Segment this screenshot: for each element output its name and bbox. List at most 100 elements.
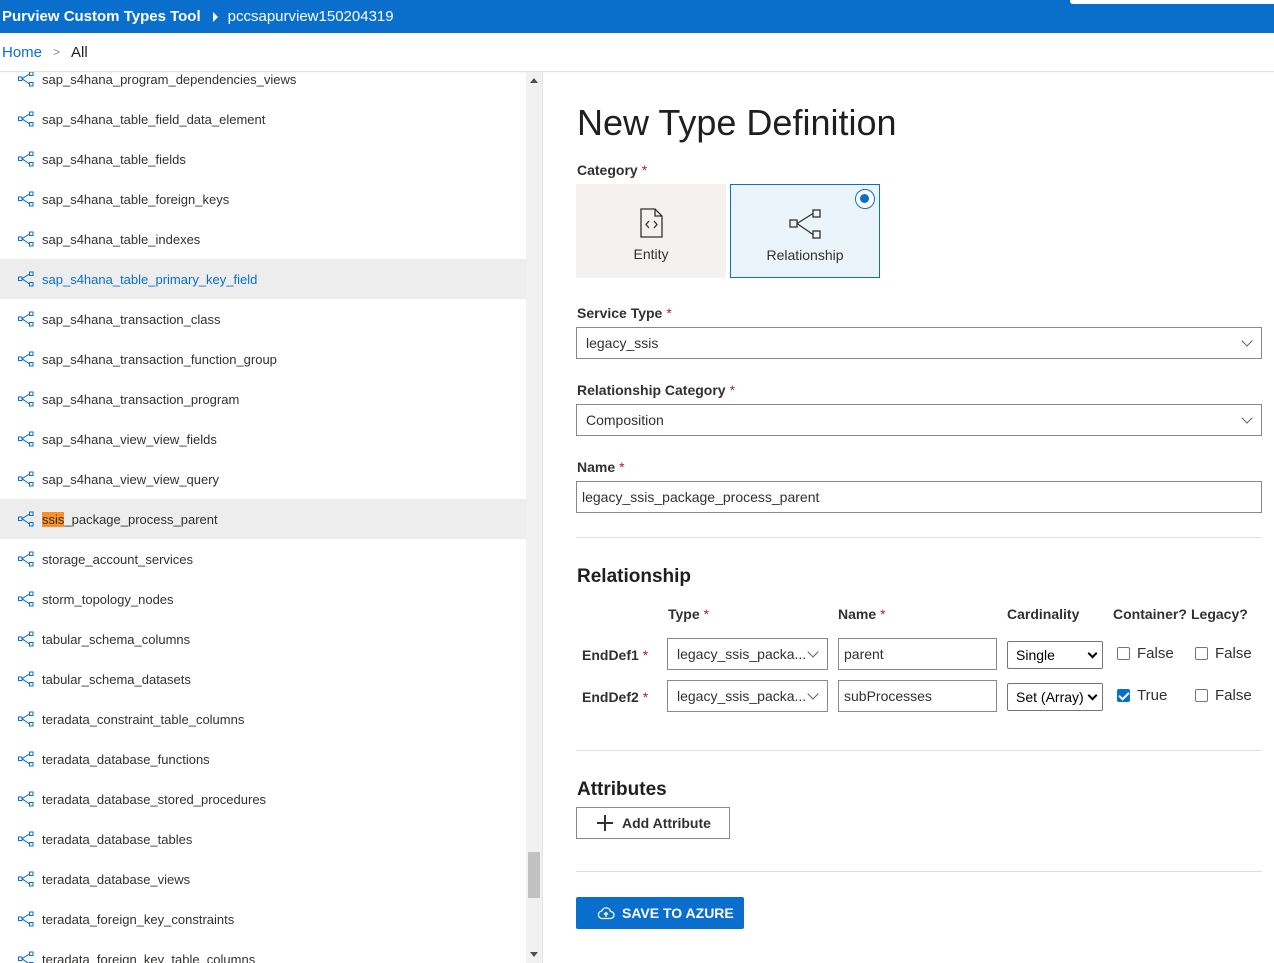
enddef1-label: EndDef1 * — [582, 647, 648, 663]
tree-item-label: sap_s4hana_transaction_program — [42, 391, 240, 407]
relationship-icon — [18, 631, 34, 647]
enddef2-cardinality-select[interactable]: Set (Array) — [1007, 683, 1103, 711]
tree-item[interactable]: teradata_database_views — [0, 859, 526, 899]
enddef2-container-checkbox[interactable] — [1117, 689, 1130, 702]
relationship-category-label: Relationship Category * — [577, 382, 735, 398]
chevron-right-icon — [212, 11, 218, 22]
tree-item[interactable]: storm_topology_nodes — [0, 579, 526, 619]
tree-item-label: teradata_database_tables — [42, 831, 193, 847]
tree-item-label: tabular_schema_columns — [42, 631, 191, 647]
relationship-icon — [18, 311, 34, 327]
tree-item[interactable]: teradata_database_tables — [0, 819, 526, 859]
enddef1-name-input[interactable]: parent — [838, 638, 997, 670]
tree-item-label: teradata_foreign_key_table_columns — [42, 951, 256, 963]
tree-item[interactable]: sap_s4hana_table_field_data_element — [0, 99, 526, 139]
tree-item[interactable]: sap_s4hana_view_view_query — [0, 459, 526, 499]
tree-item-label: storage_account_services — [42, 551, 194, 567]
tree-item[interactable]: sap_s4hana_transaction_function_group — [0, 339, 526, 379]
chevron-down-icon — [1087, 648, 1098, 659]
section-divider — [576, 750, 1262, 751]
tree-item[interactable]: sap_s4hana_table_indexes — [0, 219, 526, 259]
tree-item-label: teradata_database_functions — [42, 751, 210, 767]
tree-item[interactable]: teradata_database_stored_procedures — [0, 779, 526, 819]
tree-item-label: teradata_database_views — [42, 871, 191, 887]
tree-item-label: teradata_constraint_table_columns — [42, 711, 245, 727]
tree-item[interactable]: sap_s4hana_program_dependencies_views — [0, 72, 526, 99]
tree-item-label: sap_s4hana_transaction_class — [42, 311, 221, 327]
tree-item-label: sap_s4hana_table_fields — [42, 151, 186, 167]
type-tree: sap_s4hana_program_dependencies_views sa… — [0, 72, 526, 963]
tree-item[interactable]: teradata_foreign_key_table_columns — [0, 939, 526, 963]
tree-item-label: sap_s4hana_table_primary_key_field — [42, 271, 258, 287]
app-title[interactable]: Purview Custom Types Tool — [0, 8, 201, 25]
tree-item[interactable]: sap_s4hana_view_view_fields — [0, 419, 526, 459]
service-type-label: Service Type * — [577, 305, 672, 321]
relationship-icon — [18, 391, 34, 407]
enddef1-cardinality-value: Single — [1016, 647, 1055, 663]
breadcrumb-current: All — [71, 43, 88, 61]
enddef2-legacy-checkbox[interactable] — [1195, 689, 1208, 702]
relationship-section-title: Relationship — [577, 566, 692, 587]
tree-item[interactable]: sap_s4hana_transaction_program — [0, 379, 526, 419]
required-marker: * — [641, 162, 648, 178]
service-type-dropdown[interactable]: legacy_ssis — [576, 327, 1262, 359]
cloud-upload-icon — [597, 907, 615, 920]
enddef2-name-input[interactable]: subProcesses — [838, 680, 997, 712]
tree-item[interactable]: storage_account_services — [0, 539, 526, 579]
tree-item[interactable]: sap_s4hana_transaction_class — [0, 299, 526, 339]
tree-item[interactable]: sap_s4hana_table_fields — [0, 139, 526, 179]
enddef1-legacy-checkbox[interactable] — [1195, 647, 1208, 660]
enddef1-type-dropdown[interactable]: legacy_ssis_packa... — [667, 638, 828, 670]
relationship-category-label-text: Relationship Category — [577, 382, 726, 398]
save-to-azure-button[interactable]: SAVE TO AZURE — [576, 897, 744, 929]
breadcrumb-home-link[interactable]: Home — [0, 44, 42, 61]
tree-item-selected[interactable]: sap_s4hana_table_primary_key_field — [0, 259, 526, 299]
account-name[interactable]: pccsapurview150204319 — [228, 8, 394, 25]
type-column-header: Type * — [668, 606, 709, 622]
enddef1-container-checkbox[interactable] — [1117, 647, 1130, 660]
relationship-icon — [18, 951, 34, 963]
tree-item[interactable]: sap_s4hana_table_foreign_keys — [0, 179, 526, 219]
legacy-column-header: Legacy? — [1191, 606, 1248, 622]
relationship-icon — [18, 151, 34, 167]
search-box[interactable] — [1070, 0, 1274, 4]
tree-item[interactable]: teradata_constraint_table_columns — [0, 699, 526, 739]
category-entity-option[interactable]: Entity — [576, 184, 726, 278]
name-column-header: Name * — [838, 606, 886, 622]
enddef2-label-text: EndDef2 — [582, 689, 639, 705]
scroll-down-arrow-icon[interactable] — [530, 952, 538, 957]
relationship-icon — [18, 191, 34, 207]
category-relationship-option[interactable]: Relationship — [730, 184, 880, 278]
relationship-icon — [18, 711, 34, 727]
tree-item[interactable]: teradata_foreign_key_constraints — [0, 899, 526, 939]
chevron-down-icon — [1241, 412, 1253, 424]
page-title: New Type Definition — [577, 102, 897, 143]
radio-selected-icon[interactable] — [855, 189, 875, 209]
tree-item[interactable]: tabular_schema_datasets — [0, 659, 526, 699]
relationship-icon — [18, 551, 34, 567]
add-attribute-button[interactable]: Add Attribute — [576, 807, 730, 839]
relationship-icon — [18, 72, 34, 87]
scroll-up-arrow-icon[interactable] — [530, 78, 538, 83]
relationship-icon — [18, 751, 34, 767]
add-attribute-label: Add Attribute — [622, 815, 711, 831]
required-marker: * — [619, 459, 625, 475]
tree-item[interactable]: teradata_database_functions — [0, 739, 526, 779]
entity-file-icon — [640, 208, 663, 238]
tree-item[interactable]: tabular_schema_columns — [0, 619, 526, 659]
tree-item-label: ssis_package_process_parent — [42, 511, 218, 527]
chevron-down-icon — [807, 646, 819, 658]
enddef2-cardinality-value: Set (Array) — [1016, 689, 1084, 705]
name-input[interactable]: legacy_ssis_package_process_parent — [576, 481, 1262, 513]
enddef1-cardinality-select[interactable]: Single — [1007, 641, 1103, 669]
tree-scrollbar[interactable] — [526, 72, 543, 963]
enddef2-type-dropdown[interactable]: legacy_ssis_packa... — [667, 680, 828, 712]
scrollbar-thumb[interactable] — [528, 852, 540, 898]
tree-item-label: sap_s4hana_table_field_data_element — [42, 111, 266, 127]
service-type-value: legacy_ssis — [586, 335, 659, 351]
relationship-category-dropdown[interactable]: Composition — [576, 404, 1262, 436]
relationship-icon — [18, 231, 34, 247]
tree-item-hovered[interactable]: ssis_package_process_parent — [0, 499, 526, 539]
required-marker: * — [703, 606, 710, 622]
tree-item-label: sap_s4hana_transaction_function_group — [42, 351, 277, 367]
